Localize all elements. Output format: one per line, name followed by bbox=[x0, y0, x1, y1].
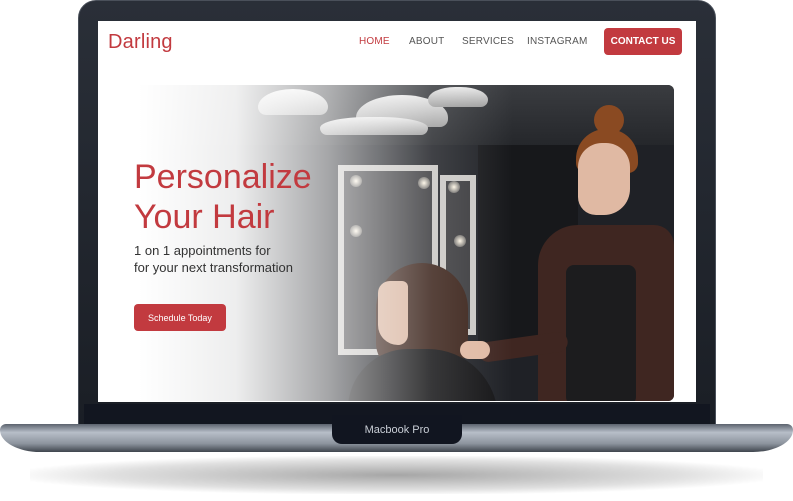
headline-line-1: Personalize bbox=[134, 158, 312, 196]
device-label: Macbook Pro bbox=[364, 423, 430, 436]
website-screen: Darling HOME ABOUT SERVICES INSTAGRAM CO… bbox=[98, 21, 696, 402]
subtitle-line-2: for your next transformation bbox=[134, 260, 293, 275]
headline-line-2: Your Hair bbox=[134, 198, 275, 236]
nav-about[interactable]: ABOUT bbox=[409, 36, 444, 47]
nav-services[interactable]: SERVICES bbox=[462, 36, 514, 47]
laptop-notch: Macbook Pro bbox=[332, 415, 462, 444]
laptop-mockup: Macbook Pro Darling HOME ABOUT SERVICES … bbox=[0, 0, 793, 501]
subtitle-line-1: 1 on 1 appointments for bbox=[134, 243, 271, 258]
nav-instagram[interactable]: INSTAGRAM bbox=[527, 36, 588, 47]
hero-headline: Personalize Your Hair bbox=[134, 157, 312, 237]
hero-subtitle: 1 on 1 appointments for for your next tr… bbox=[134, 242, 293, 276]
schedule-today-button[interactable]: Schedule Today bbox=[134, 304, 226, 331]
laptop-shadow bbox=[30, 456, 763, 494]
contact-us-button[interactable]: CONTACT US bbox=[604, 28, 682, 55]
nav-home[interactable]: HOME bbox=[359, 36, 390, 47]
